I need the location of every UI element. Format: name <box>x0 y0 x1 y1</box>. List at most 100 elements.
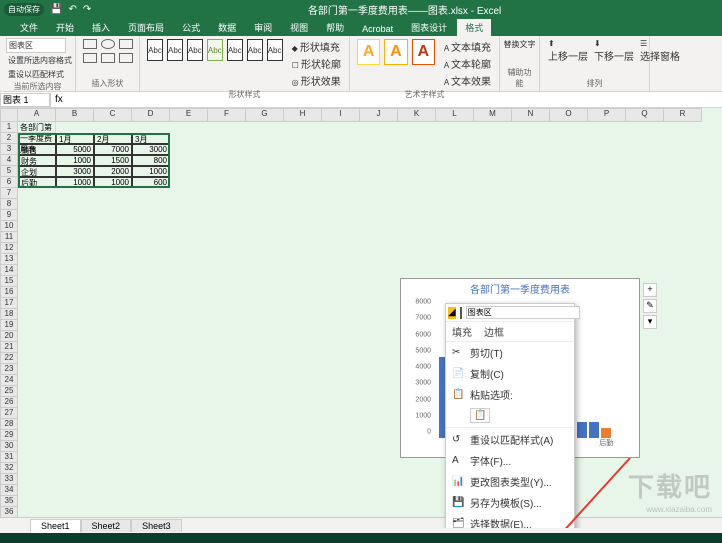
chart-element-selector[interactable] <box>466 306 580 319</box>
col-header[interactable]: D <box>132 108 170 122</box>
cell[interactable]: 1月 <box>56 133 94 144</box>
ribbon-tab-帮助[interactable]: 帮助 <box>318 19 352 36</box>
wordart-2[interactable]: A <box>384 39 407 65</box>
bring-forward[interactable]: ⬆上移一层 <box>546 38 590 64</box>
selection-pane[interactable]: ☰选择窗格 <box>638 38 682 64</box>
ribbon-tab-格式[interactable]: 格式 <box>457 19 491 36</box>
row-header[interactable]: 26 <box>0 397 18 408</box>
col-header[interactable]: O <box>550 108 588 122</box>
fill-swatch-icon[interactable]: ◢ <box>448 307 456 319</box>
col-header[interactable]: R <box>664 108 702 122</box>
cell[interactable] <box>18 133 56 144</box>
cell[interactable]: 600 <box>132 177 170 188</box>
send-backward[interactable]: ⬇下移一层 <box>592 38 636 64</box>
outline-swatch-icon[interactable] <box>460 307 462 319</box>
paste-option-icon[interactable]: 📋 <box>446 405 574 426</box>
col-header[interactable]: Q <box>626 108 664 122</box>
row-header[interactable]: 31 <box>0 452 18 463</box>
row-header[interactable]: 17 <box>0 298 18 309</box>
shape-style-5[interactable]: Abc <box>227 39 243 61</box>
ctx-重设以匹配样式A[interactable]: ↺重设以匹配样式(A) <box>446 429 574 450</box>
row-header[interactable]: 22 <box>0 353 18 364</box>
shape-style-3[interactable]: Abc <box>187 39 203 61</box>
wordart-3[interactable]: A <box>412 39 435 65</box>
row-header[interactable]: 18 <box>0 309 18 320</box>
col-header[interactable]: G <box>246 108 284 122</box>
cell[interactable]: 1000 <box>132 166 170 177</box>
shape-outline[interactable]: ☐ 形状轮廓 <box>290 55 343 72</box>
mini-fill-label[interactable]: 填充 <box>446 322 478 341</box>
row-header[interactable]: 15 <box>0 276 18 287</box>
chart-bar[interactable] <box>589 422 599 438</box>
shape-style-7[interactable]: Abc <box>267 39 283 61</box>
name-box[interactable] <box>0 93 50 107</box>
col-header[interactable]: A <box>18 108 56 122</box>
cell[interactable]: 1000 <box>56 177 94 188</box>
ribbon-tab-开始[interactable]: 开始 <box>48 19 82 36</box>
text-fill[interactable]: A 文本填充 <box>442 38 493 55</box>
shape-rect-icon[interactable] <box>83 39 97 49</box>
row-header[interactable]: 16 <box>0 287 18 298</box>
shape-textbox-icon[interactable] <box>101 53 115 63</box>
cell[interactable]: 3000 <box>56 166 94 177</box>
shape-arrow-icon[interactable] <box>83 53 97 63</box>
sheet-tab-Sheet1[interactable]: Sheet1 <box>30 519 81 533</box>
row-header[interactable]: 33 <box>0 474 18 485</box>
ribbon-tab-审阅[interactable]: 审阅 <box>246 19 280 36</box>
row-header[interactable]: 13 <box>0 254 18 265</box>
row-header[interactable]: 9 <box>0 210 18 221</box>
row-header[interactable]: 12 <box>0 243 18 254</box>
row-header[interactable]: 1 <box>0 122 18 133</box>
ribbon-tab-数据[interactable]: 数据 <box>210 19 244 36</box>
col-header[interactable]: P <box>588 108 626 122</box>
row-header[interactable]: 28 <box>0 419 18 430</box>
cell[interactable]: 后勤 <box>18 177 56 188</box>
row-header[interactable]: 32 <box>0 463 18 474</box>
format-selection[interactable]: 设置所选内容格式 <box>6 54 74 67</box>
ctx-粘贴选项:[interactable]: 📋粘贴选项: <box>446 384 574 405</box>
row-header[interactable]: 5 <box>0 166 18 177</box>
row-header[interactable]: 29 <box>0 430 18 441</box>
cell[interactable]: 800 <box>132 155 170 166</box>
row-header[interactable]: 21 <box>0 342 18 353</box>
ctx-字体F[interactable]: A字体(F)... <box>446 450 574 471</box>
col-header[interactable]: H <box>284 108 322 122</box>
chart-title[interactable]: 各部门第一季度费用表 <box>401 279 639 298</box>
text-effects[interactable]: A 文本效果 <box>442 72 493 89</box>
cell[interactable]: 企划 <box>18 166 56 177</box>
row-header[interactable]: 35 <box>0 496 18 507</box>
ribbon-tab-公式[interactable]: 公式 <box>174 19 208 36</box>
ribbon-tab-视图[interactable]: 视图 <box>282 19 316 36</box>
cell[interactable]: 1000 <box>56 155 94 166</box>
sheet-tab-Sheet2[interactable]: Sheet2 <box>81 519 132 532</box>
row-header[interactable]: 2 <box>0 133 18 144</box>
ribbon-tab-页面布局[interactable]: 页面布局 <box>120 19 172 36</box>
row-header[interactable]: 14 <box>0 265 18 276</box>
ribbon-tab-图表设计[interactable]: 图表设计 <box>403 19 455 36</box>
ctx-选择数据E[interactable]: 🗂选择数据(E)... <box>446 513 574 528</box>
col-header[interactable]: C <box>94 108 132 122</box>
row-header[interactable]: 7 <box>0 188 18 199</box>
cell[interactable]: 3000 <box>132 144 170 155</box>
autosave-toggle[interactable]: 自动保存 <box>4 3 44 16</box>
ribbon-tab-Acrobat[interactable]: Acrobat <box>354 22 401 36</box>
cell[interactable]: 财务 <box>18 155 56 166</box>
cell[interactable]: 各部门第一季度费用表 <box>18 122 56 133</box>
wordart-1[interactable]: A <box>357 39 380 65</box>
row-header[interactable]: 23 <box>0 364 18 375</box>
row-header[interactable]: 8 <box>0 199 18 210</box>
save-icon[interactable]: 💾 <box>50 4 62 15</box>
cell[interactable]: 3月 <box>132 133 170 144</box>
shape-line-icon[interactable] <box>119 39 133 49</box>
chart-bar[interactable] <box>577 422 587 438</box>
shape-oval-icon[interactable] <box>101 39 115 49</box>
col-header[interactable]: J <box>360 108 398 122</box>
chart-bar[interactable] <box>601 428 611 438</box>
mini-outline-label[interactable]: 边框 <box>478 322 510 341</box>
ctx-更改图表类型Y[interactable]: 📊更改图表类型(Y)... <box>446 471 574 492</box>
col-header[interactable]: I <box>322 108 360 122</box>
col-header[interactable]: B <box>56 108 94 122</box>
cell[interactable]: 5000 <box>56 144 94 155</box>
row-header[interactable]: 11 <box>0 232 18 243</box>
row-header[interactable]: 6 <box>0 177 18 188</box>
